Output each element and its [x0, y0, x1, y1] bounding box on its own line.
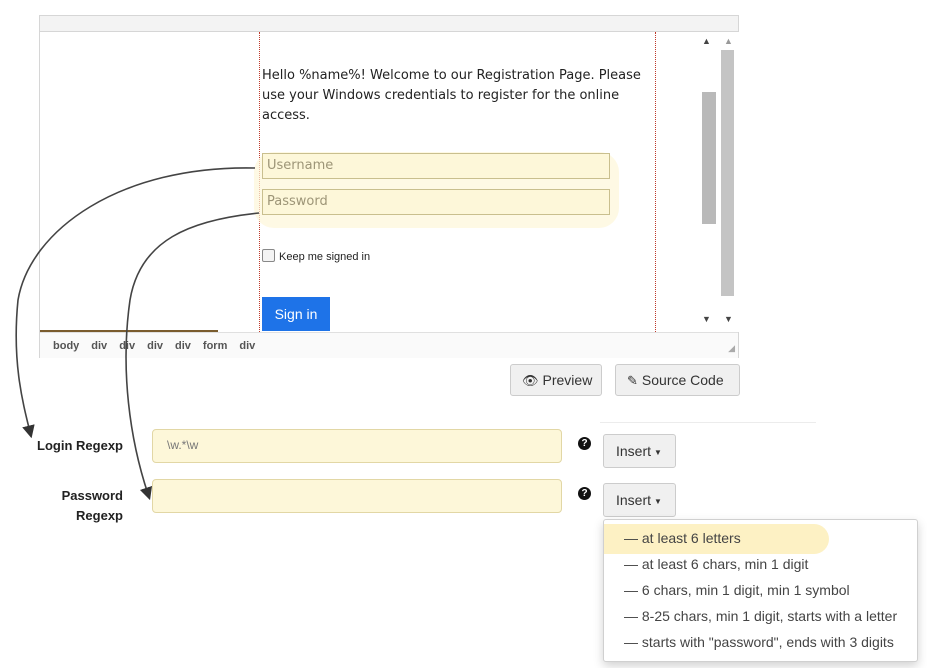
arrow-username-to-login	[15, 167, 256, 439]
connector-arrows	[15, 167, 260, 501]
arrow-password-to-regexp	[125, 212, 260, 501]
